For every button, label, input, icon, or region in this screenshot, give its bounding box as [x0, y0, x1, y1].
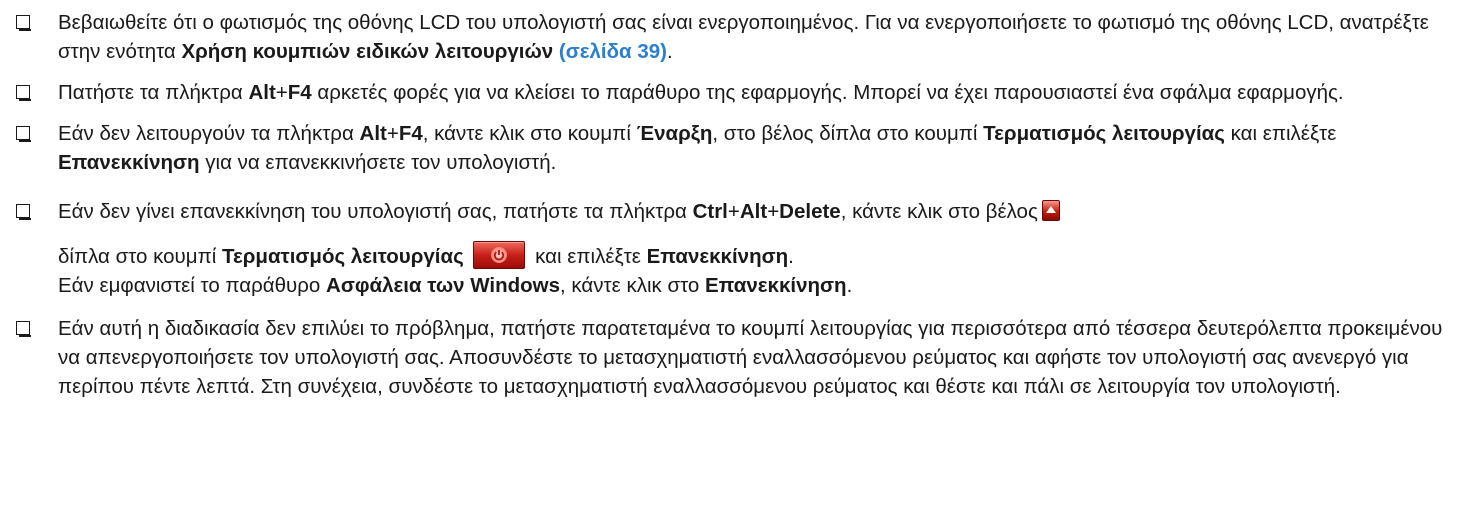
checkbox-icon: [16, 204, 31, 220]
key-name: Alt: [739, 200, 768, 223]
item-text: , στο βέλος δίπλα στο κουμπί: [712, 122, 984, 145]
key-name: F4: [287, 81, 312, 104]
ui-term: Τερματισμός λειτουργίας: [983, 122, 1225, 145]
item-text: Πατήστε τα πλήκτρα: [58, 81, 249, 104]
item-text: Εάν αυτή η διαδικασία δεν επιλύει το πρό…: [58, 317, 1443, 398]
item-text: +: [727, 200, 740, 223]
item-text: .: [846, 274, 853, 297]
ui-term: Επανεκκίνηση: [58, 151, 200, 174]
ui-term: Έναρξη: [636, 122, 713, 145]
ui-term: Επανεκκίνηση: [705, 274, 847, 297]
key-name: F4: [398, 122, 423, 145]
key-name: Alt: [248, 81, 276, 104]
list-item: Βεβαιωθείτε ότι ο φωτισμός της οθόνης LC…: [14, 8, 1450, 66]
item-text: +: [386, 122, 399, 145]
item-text: +: [767, 200, 780, 223]
item-text: και επιλέξτε: [529, 245, 647, 268]
item-text: δίπλα στο κουμπί: [58, 245, 222, 268]
item-text: Εάν δεν λειτουργούν τα πλήκτρα: [58, 122, 360, 145]
section-reference: Χρήση κουμπιών ειδικών λειτουργιών: [181, 40, 554, 63]
item-text: .: [788, 245, 794, 268]
item-text: Εάν εμφανιστεί το παράθυρο: [58, 274, 327, 297]
item-text: και επιλέξτε: [1224, 122, 1337, 145]
checkbox-icon: [16, 85, 31, 101]
arrow-up-button-icon: [1041, 200, 1060, 221]
list-item: Εάν αυτή η διαδικασία δεν επιλύει το πρό…: [14, 314, 1450, 401]
key-name: Alt: [359, 122, 387, 145]
power-button-icon: [473, 241, 526, 269]
item-text: .: [666, 40, 673, 63]
item-text: +: [275, 81, 288, 104]
page-link[interactable]: (σελίδα 39): [559, 40, 667, 63]
key-name: Ctrl: [692, 200, 728, 223]
list-item: Εάν δεν λειτουργούν τα πλήκτρα Alt+F4, κ…: [14, 119, 1450, 177]
checkbox-icon: [16, 15, 31, 31]
item-text: , κάντε κλικ στο κουμπί: [422, 122, 637, 145]
item-text: αρκετές φορές για να κλείσει το παράθυρο…: [311, 81, 1344, 104]
item-text: Εάν δεν γίνει επανεκκίνηση του υπολογιστ…: [58, 200, 693, 223]
item-text: , κάντε κλικ στο βέλος: [840, 200, 1038, 223]
item-text: για να επανεκκινήσετε τον υπολογιστή.: [199, 151, 557, 174]
list-item: Πατήστε τα πλήκτρα Alt+F4 αρκετές φορές …: [14, 78, 1450, 107]
list-item: Εάν δεν γίνει επανεκκίνηση του υπολογιστ…: [14, 197, 1450, 300]
ui-term: Τερματισμός λειτουργίας: [221, 245, 464, 268]
item-text: , κάντε κλικ στο: [560, 274, 705, 297]
checkbox-icon: [16, 126, 31, 142]
key-name: Delete: [779, 200, 841, 223]
troubleshooting-checklist: Βεβαιωθείτε ότι ο φωτισμός της οθόνης LC…: [0, 0, 1470, 514]
checkbox-icon: [16, 321, 31, 337]
ui-term: Ασφάλεια των Windows: [326, 274, 561, 297]
ui-term: Επανεκκίνηση: [646, 245, 789, 268]
